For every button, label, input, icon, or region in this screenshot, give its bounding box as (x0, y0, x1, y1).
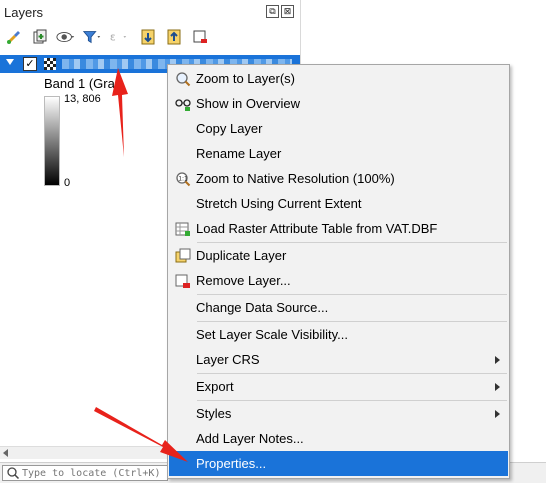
menu-item-rename-layer[interactable]: Rename Layer (169, 141, 508, 166)
layer-visibility-checkbox[interactable]: ✓ (23, 57, 37, 71)
remove-layer-icon (175, 274, 190, 288)
panel-title: Layers (4, 5, 44, 20)
submenu-arrow-icon (495, 410, 500, 418)
float-panel-button[interactable]: ⧉ (266, 5, 279, 18)
raster-layer-icon (44, 58, 56, 70)
filter-expression-icon[interactable]: ε (108, 27, 128, 47)
menu-item-stretch-extent[interactable]: Stretch Using Current Extent (169, 191, 508, 216)
menu-item-change-data-source[interactable]: Change Data Source... (169, 295, 508, 320)
band-label: Band 1 (Gra (44, 76, 115, 91)
scroll-left-icon[interactable] (3, 449, 8, 457)
svg-text:ε: ε (110, 31, 116, 44)
menu-item-zoom-to-layer[interactable]: Zoom to Layer(s) (169, 66, 508, 91)
expand-all-icon[interactable] (138, 27, 158, 47)
menu-item-copy-layer[interactable]: Copy Layer (169, 116, 508, 141)
layer-context-menu: Zoom to Layer(s) Show in Overview Copy L… (167, 64, 510, 479)
menu-item-scale-visibility[interactable]: Set Layer Scale Visibility... (169, 322, 508, 347)
menu-item-load-rat[interactable]: Load Raster Attribute Table from VAT.DBF (169, 216, 508, 241)
visibility-eye-icon[interactable] (56, 27, 76, 47)
submenu-arrow-icon (495, 383, 500, 391)
menu-item-remove-layer[interactable]: Remove Layer... (169, 268, 508, 293)
magnifier-icon (176, 72, 191, 87)
menu-item-add-layer-notes[interactable]: Add Layer Notes... (169, 426, 508, 451)
locator-input[interactable] (22, 467, 162, 479)
layers-toolbar: ε (4, 27, 210, 47)
menu-item-properties[interactable]: Properties... (169, 451, 508, 476)
filter-legend-icon[interactable] (82, 27, 102, 47)
ramp-min-value: 0 (64, 177, 71, 189)
close-panel-button[interactable]: ⊠ (281, 5, 294, 18)
table-load-icon (175, 222, 190, 236)
glasses-icon (175, 99, 191, 111)
locator-field[interactable] (2, 465, 168, 481)
style-manager-icon[interactable] (4, 27, 24, 47)
zoom-native-icon: 1:1 (176, 172, 191, 187)
submenu-arrow-icon (495, 356, 500, 364)
expand-arrow-icon[interactable] (6, 59, 14, 65)
menu-item-export[interactable]: Export (169, 374, 508, 399)
menu-item-duplicate-layer[interactable]: Duplicate Layer (169, 243, 508, 268)
ramp-max-value: 13, 806 (64, 93, 101, 105)
panel-controls: ⧉ ⊠ (266, 5, 294, 18)
remove-layer-icon[interactable] (190, 27, 210, 47)
grayscale-ramp (44, 96, 60, 186)
menu-item-styles[interactable]: Styles (169, 401, 508, 426)
duplicate-icon (175, 248, 191, 263)
collapse-all-icon[interactable] (164, 27, 184, 47)
menu-item-layer-crs[interactable]: Layer CRS (169, 347, 508, 372)
menu-item-show-in-overview[interactable]: Show in Overview (169, 91, 508, 116)
add-group-icon[interactable] (30, 27, 50, 47)
menu-item-zoom-native[interactable]: 1:1 Zoom to Native Resolution (100%) (169, 166, 508, 191)
search-icon (7, 467, 20, 480)
